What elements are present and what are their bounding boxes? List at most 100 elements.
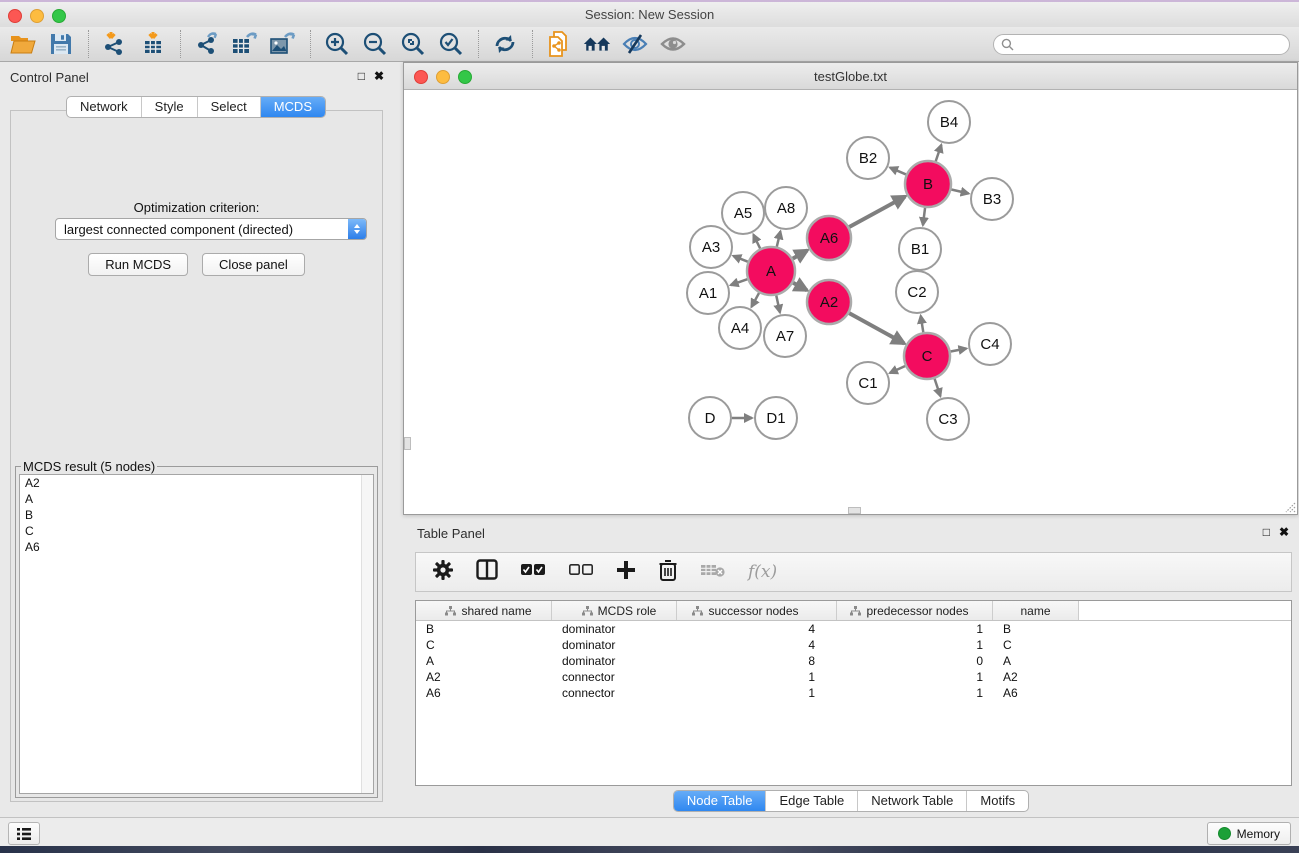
export-network-icon[interactable] — [192, 30, 222, 58]
graph-edge-C-C3[interactable] — [935, 379, 941, 396]
graph-edge-A2-C[interactable] — [849, 313, 904, 343]
graph-node-A[interactable]: A — [747, 247, 795, 295]
open-session-icon[interactable] — [8, 30, 38, 58]
graph-node-C3[interactable]: C3 — [927, 398, 969, 440]
table-row[interactable]: C dominator 4 1 C — [416, 637, 1291, 653]
column-header-name[interactable]: name — [993, 601, 1079, 620]
run-mcds-button[interactable]: Run MCDS — [88, 253, 188, 276]
graph-edge-A-A4[interactable] — [751, 293, 759, 307]
splitter-handle-left[interactable] — [404, 437, 411, 450]
first-neighbors-icon[interactable] — [582, 30, 612, 58]
search-field[interactable] — [993, 34, 1290, 55]
graph-node-D1[interactable]: D1 — [755, 397, 797, 439]
graph-edge-B-B2[interactable] — [890, 168, 906, 175]
graph-node-A2[interactable]: A2 — [807, 280, 851, 324]
tab-node-table[interactable]: Node Table — [674, 791, 766, 811]
table-row[interactable]: B dominator 4 1 B — [416, 621, 1291, 637]
window-resize-grip[interactable] — [1282, 499, 1296, 513]
result-list-item[interactable]: C — [20, 523, 373, 539]
graph-edge-B-B4[interactable] — [936, 145, 942, 162]
graph-node-C2[interactable]: C2 — [896, 271, 938, 313]
graph-node-B3[interactable]: B3 — [971, 178, 1013, 220]
show-column-panel-icon[interactable] — [476, 559, 498, 585]
graph-edge-B-B1[interactable] — [923, 208, 925, 225]
import-network-icon[interactable] — [100, 30, 130, 58]
zoom-fit-icon[interactable] — [398, 30, 428, 58]
graph-node-B1[interactable]: B1 — [899, 228, 941, 270]
table-row[interactable]: A6 connector 1 1 A6 — [416, 685, 1291, 701]
graph-node-B4[interactable]: B4 — [928, 101, 970, 143]
function-builder-icon[interactable]: f(x) — [748, 562, 777, 582]
table-options-gear-icon[interactable] — [432, 559, 454, 586]
splitter-handle-bottom[interactable] — [848, 507, 861, 514]
graph-node-A6[interactable]: A6 — [807, 216, 851, 260]
create-new-column-icon[interactable] — [616, 560, 636, 585]
graph-node-A7[interactable]: A7 — [764, 315, 806, 357]
result-list-item[interactable]: A6 — [20, 539, 373, 555]
delete-table-icon[interactable] — [700, 562, 726, 583]
graph-edge-A-A5[interactable] — [753, 235, 760, 249]
delete-columns-icon[interactable] — [658, 559, 678, 586]
result-list-item[interactable]: A — [20, 491, 373, 507]
graph-edge-C-C2[interactable] — [921, 316, 924, 333]
graph-edge-A-A3[interactable] — [733, 256, 748, 262]
show-all-icon[interactable] — [658, 30, 688, 58]
tab-style[interactable]: Style — [141, 97, 197, 117]
memory-button[interactable]: Memory — [1207, 822, 1291, 845]
unselect-all-columns-icon[interactable] — [568, 563, 594, 581]
graph-node-D[interactable]: D — [689, 397, 731, 439]
import-table-icon[interactable] — [138, 30, 168, 58]
graph-node-B2[interactable]: B2 — [847, 137, 889, 179]
network-window-titlebar[interactable]: testGlobe.txt — [404, 63, 1297, 90]
network-canvas[interactable]: B4B2BB3B1A5A8A6A3AA1A2A4A7C2C4CC1C3DD1 — [404, 90, 1297, 515]
graph-node-C[interactable]: C — [904, 333, 950, 379]
result-list-item[interactable]: A2 — [20, 475, 373, 491]
column-header-mcds-role[interactable]: MCDS role — [552, 601, 677, 620]
graph-node-A1[interactable]: A1 — [687, 272, 729, 314]
column-header-successor-nodes[interactable]: successor nodes — [677, 601, 837, 620]
graph-edge-C-C4[interactable] — [951, 348, 967, 351]
graph-node-A8[interactable]: A8 — [765, 187, 807, 229]
graph-edge-A-A6[interactable] — [793, 250, 808, 258]
graph-edge-A-A7[interactable] — [776, 295, 780, 312]
close-table-panel-icon[interactable]: ✖ — [1279, 525, 1289, 539]
graph-node-A5[interactable]: A5 — [722, 192, 764, 234]
column-header-predecessor-nodes[interactable]: predecessor nodes — [837, 601, 993, 620]
mcds-result-list[interactable]: A2 A B C A6 — [19, 474, 374, 794]
graph-edge-A-A8[interactable] — [777, 231, 781, 246]
tab-edge-table[interactable]: Edge Table — [765, 791, 857, 811]
float-panel-icon[interactable]: □ — [358, 69, 365, 83]
close-panel-button[interactable]: Close panel — [202, 253, 305, 276]
result-list-scrollbar[interactable] — [361, 475, 373, 793]
graph-edge-C-C1[interactable] — [890, 366, 905, 373]
close-panel-icon[interactable]: ✖ — [374, 69, 384, 83]
zoom-out-icon[interactable] — [360, 30, 390, 58]
result-list-item[interactable]: B — [20, 507, 373, 523]
save-session-icon[interactable] — [46, 30, 76, 58]
graph-edge-B-B3[interactable] — [951, 189, 968, 193]
graph-node-B[interactable]: B — [905, 161, 951, 207]
apply-layout-icon[interactable] — [490, 30, 520, 58]
select-all-columns-icon[interactable] — [520, 563, 546, 581]
table-row[interactable]: A2 connector 1 1 A2 — [416, 669, 1291, 685]
search-input[interactable] — [1014, 36, 1282, 52]
new-network-from-selection-icon[interactable] — [544, 30, 574, 58]
task-history-button[interactable] — [8, 822, 40, 845]
graph-node-A4[interactable]: A4 — [719, 307, 761, 349]
tab-select[interactable]: Select — [197, 97, 260, 117]
table-row[interactable]: A dominator 8 0 A — [416, 653, 1291, 669]
tab-network-table[interactable]: Network Table — [857, 791, 966, 811]
optimization-criterion-select[interactable]: largest connected component (directed) — [55, 218, 367, 240]
graph-edge-A-A2[interactable] — [793, 283, 807, 290]
export-image-icon[interactable] — [268, 30, 298, 58]
zoom-in-icon[interactable] — [322, 30, 352, 58]
zoom-selected-icon[interactable] — [436, 30, 466, 58]
tab-motifs[interactable]: Motifs — [966, 791, 1028, 811]
graph-node-A3[interactable]: A3 — [690, 226, 732, 268]
graph-node-C4[interactable]: C4 — [969, 323, 1011, 365]
float-table-panel-icon[interactable]: □ — [1263, 525, 1270, 539]
graph-edge-A6-B[interactable] — [849, 196, 905, 227]
graph-edge-A-A1[interactable] — [731, 279, 748, 285]
export-table-icon[interactable] — [230, 30, 260, 58]
tab-mcds[interactable]: MCDS — [260, 97, 325, 117]
